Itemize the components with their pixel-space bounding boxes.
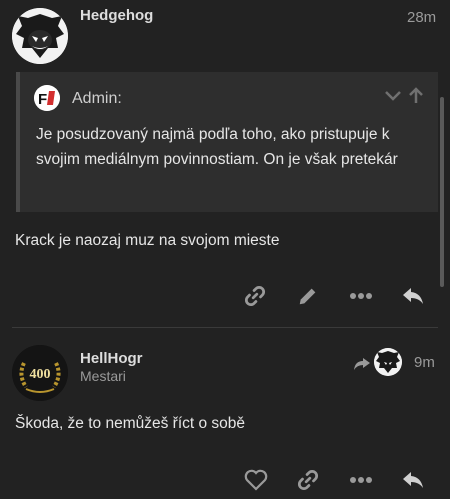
reply-to-arrow-icon [353,357,371,376]
pencil-icon[interactable] [297,285,319,307]
laurel-badge-icon: 400 [12,345,68,401]
quote-block: F Admin: Je posudzovaný najmä podľa toho… [16,72,438,212]
f1-logo-icon: F [34,85,60,111]
reply-icon[interactable] [401,286,425,306]
post-body: Krack je naozaj muz na svojom mieste [15,232,280,249]
arrow-up-icon[interactable] [408,87,424,110]
hedgehog-avatar-small-icon [374,348,402,376]
badge-number: 400 [30,367,51,382]
quote-avatar-admin: F [34,85,60,111]
link-icon[interactable] [297,469,319,491]
post-time[interactable]: 28m [407,9,436,26]
link-icon[interactable] [244,285,266,307]
post-body: Škoda, že to nemůžeš říct o sobě [15,415,246,432]
more-dots-icon[interactable] [350,292,372,300]
user-avatar-hellhogr[interactable]: 400 [12,345,68,401]
user-avatar-hedgehog[interactable] [12,8,68,64]
reply-to-avatar[interactable] [374,348,402,376]
quote-text: Je posudzovaný najmä podľa toho, ako pri… [36,126,398,168]
post-divider [12,327,438,328]
user-title: Mestari [80,368,126,384]
post-time[interactable]: 9m [414,354,435,371]
quote-author[interactable]: Admin: [72,90,122,108]
scrollbar[interactable] [440,97,444,287]
reply-icon[interactable] [401,470,425,490]
username-hellhogr[interactable]: HellHogr [80,350,143,367]
hedgehog-avatar-icon [12,8,68,64]
chevron-down-icon[interactable] [384,89,402,108]
svg-text:F: F [38,91,47,108]
username-hedgehog[interactable]: Hedgehog [80,7,153,24]
heart-icon[interactable] [244,469,268,491]
more-dots-icon[interactable] [350,476,372,484]
